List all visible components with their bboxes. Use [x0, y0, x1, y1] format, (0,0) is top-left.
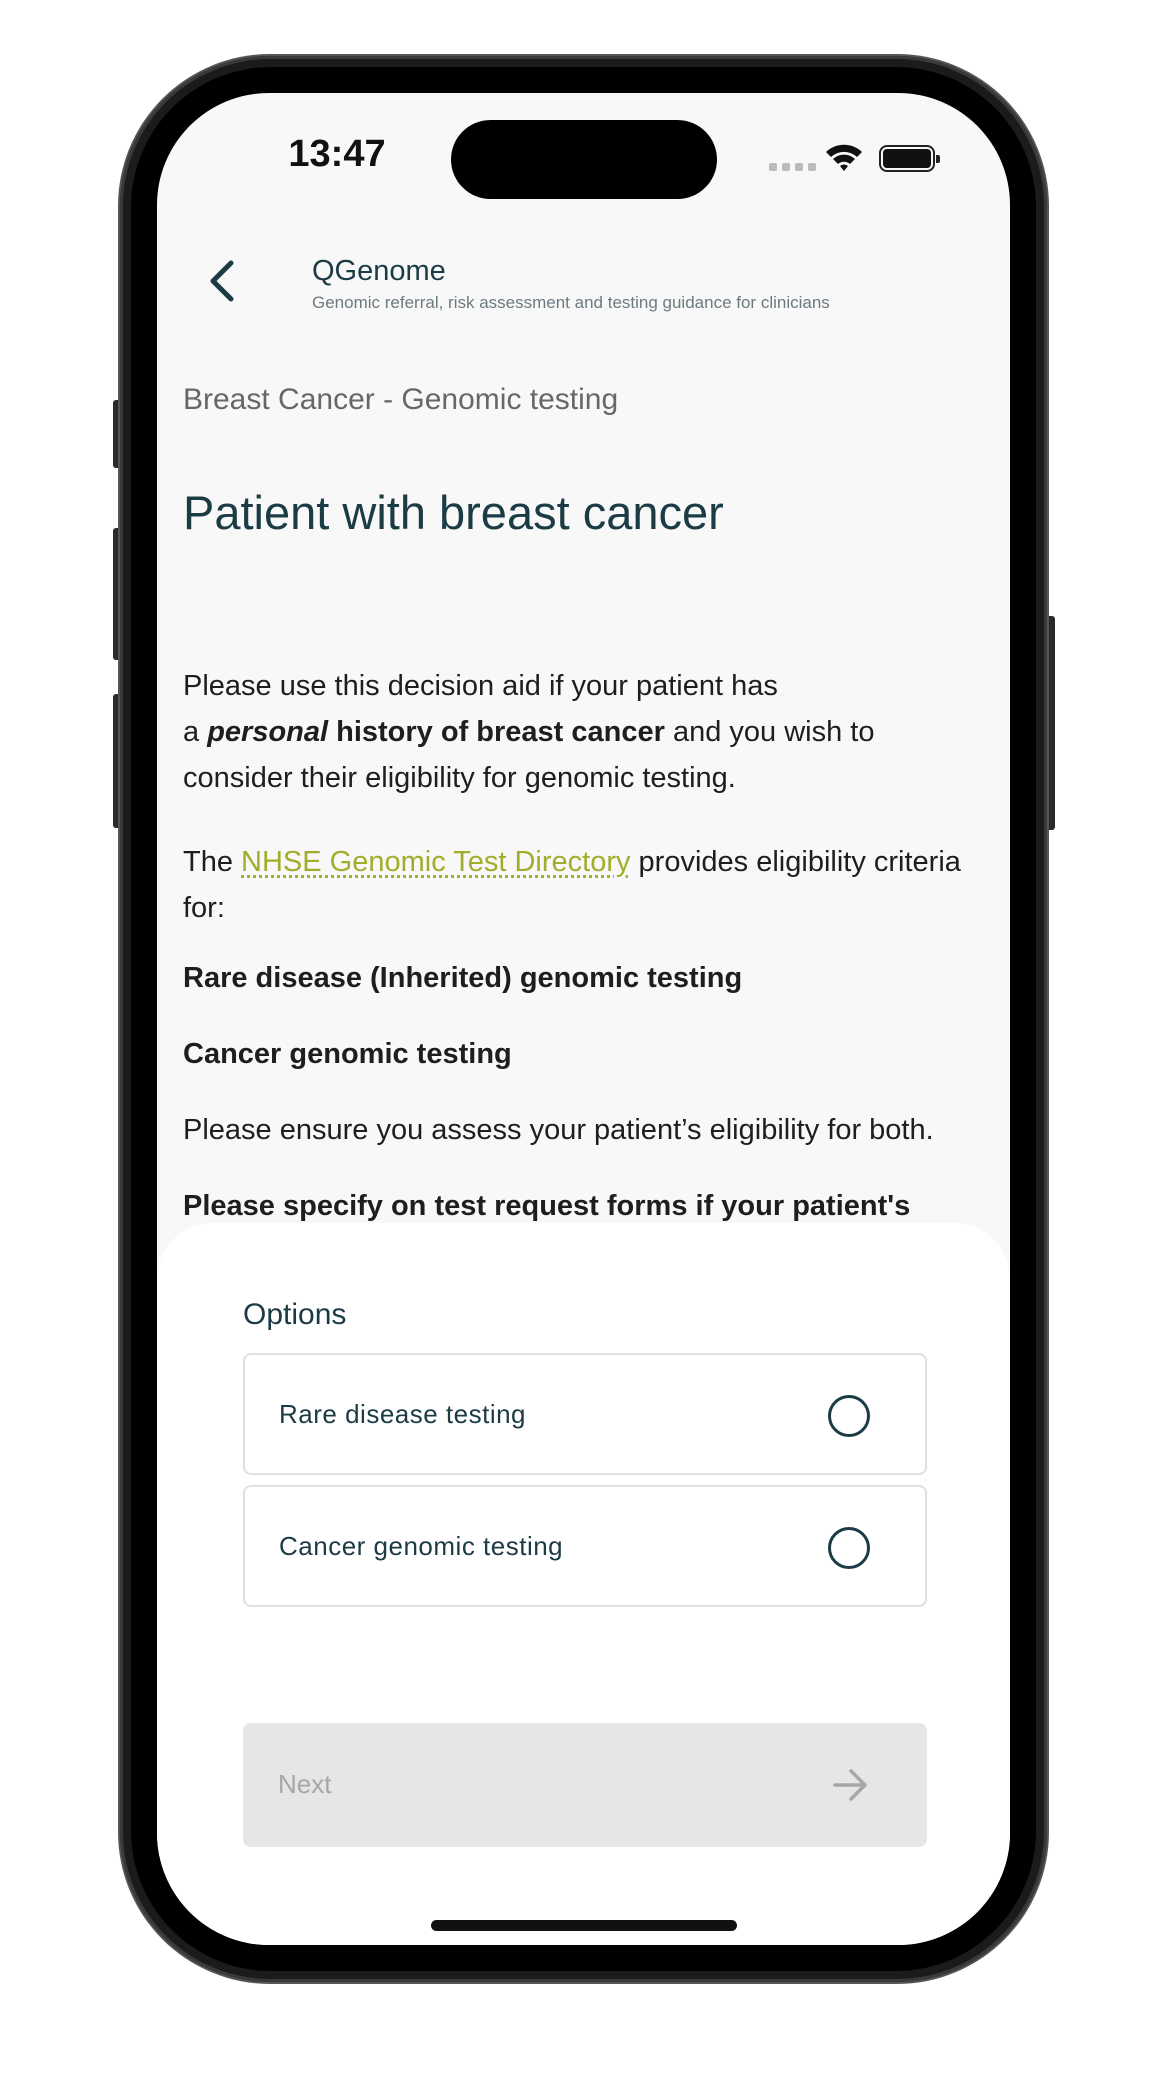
test-directory-link[interactable]: NHSE Genomic Test Directory: [241, 846, 630, 878]
intro-paragraph: Please use this decision aid if your pat…: [183, 663, 983, 801]
option-cancer-genomic-testing[interactable]: Cancer genomic testing: [243, 1485, 927, 1607]
criteria-rare-disease: Rare disease (Inherited) genomic testing: [183, 962, 743, 994]
arrow-right-icon: [833, 1769, 867, 1801]
directory-prefix: The: [183, 846, 242, 878]
radio-unselected-icon[interactable]: [828, 1395, 870, 1437]
ensure-eligibility-text: Please ensure you assess your patient’s …: [183, 1114, 934, 1146]
wifi-icon: [826, 144, 862, 171]
cellular-signal-icon: [769, 163, 816, 171]
app-title: QGenome: [312, 255, 446, 287]
option-label: Cancer genomic testing: [279, 1531, 564, 1561]
option-label: Rare disease testing: [279, 1399, 527, 1429]
status-time: 13:47: [288, 133, 386, 175]
option-rare-disease-testing[interactable]: Rare disease testing: [243, 1353, 927, 1475]
app-subtitle: Genomic referral, risk assessment and te…: [312, 293, 830, 312]
directory-paragraph: The NHSE Genomic Test Directory provides…: [183, 839, 983, 931]
criteria-cancer-genomic: Cancer genomic testing: [183, 1038, 512, 1070]
next-button-label: Next: [278, 1769, 332, 1799]
options-label: Options: [243, 1298, 347, 1331]
battery-icon: [879, 145, 940, 172]
back-button[interactable]: [197, 251, 247, 311]
radio-unselected-icon[interactable]: [828, 1527, 870, 1569]
next-button[interactable]: Next: [243, 1723, 927, 1847]
intro-history: history of breast cancer: [328, 716, 665, 748]
intro-personal: personal: [207, 716, 329, 748]
breadcrumb: Breast Cancer - Genomic testing: [183, 383, 619, 416]
chevron-left-icon: [210, 260, 234, 302]
intro-line1: Please use this decision aid if your pat…: [183, 670, 778, 702]
page-title: Patient with breast cancer: [183, 486, 724, 539]
intro-a: a: [183, 716, 208, 748]
home-indicator[interactable]: [431, 1920, 737, 1931]
dynamic-island: [451, 120, 717, 199]
phone-screen: 13:47 QGenome Genomic referral, risk ass…: [157, 93, 1010, 1945]
options-sheet: Options Rare disease testing Cancer geno…: [157, 1223, 1010, 1945]
